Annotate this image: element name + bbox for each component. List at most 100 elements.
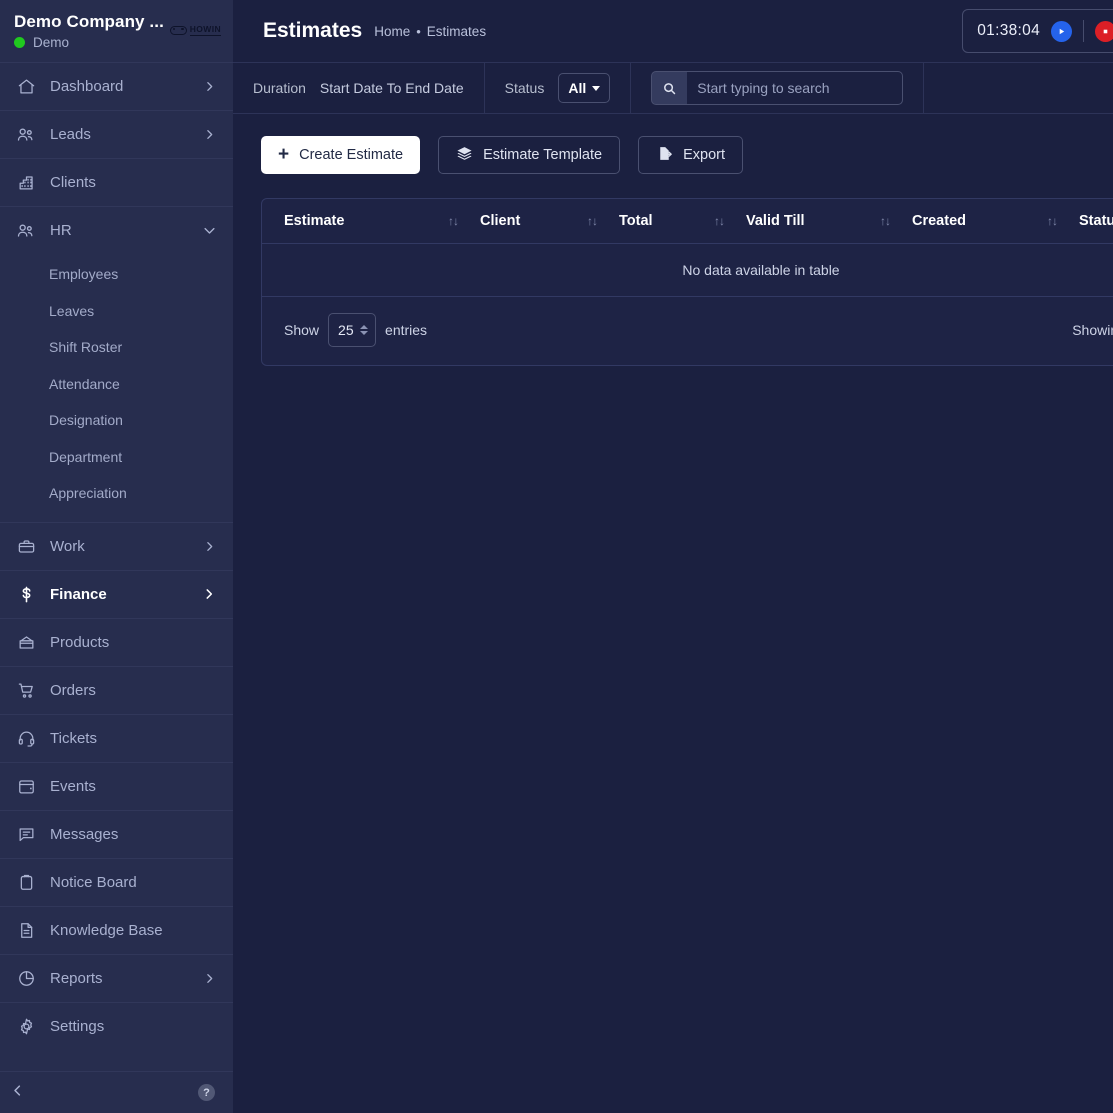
sidebar-item-reports[interactable]: Reports <box>0 953 233 1002</box>
dollar-icon <box>14 582 38 606</box>
column-header-created[interactable]: ↑↓ Created <box>880 199 1047 244</box>
sidebar-item-label: Reports <box>50 969 103 987</box>
entries-value: 25 <box>338 322 354 338</box>
sidebar-subitem-leaves[interactable]: Leaves <box>0 293 233 330</box>
column-header-client[interactable]: ↑↓ Client <box>448 199 587 244</box>
sidebar-item-tickets[interactable]: Tickets <box>0 713 233 762</box>
entries-per-page-select[interactable]: 25 <box>328 313 377 347</box>
sort-icon[interactable]: ↑↓ <box>880 214 894 228</box>
clipboard-icon <box>14 870 38 894</box>
sidebar-item-settings[interactable]: Settings <box>0 1001 233 1050</box>
sidebar-item-products[interactable]: Products <box>0 617 233 666</box>
estimate-template-button[interactable]: Estimate Template <box>438 136 621 174</box>
company-status-label: Demo <box>33 34 70 50</box>
chevron-right-icon <box>201 538 217 554</box>
sidebar-item-label: Clients <box>50 174 96 191</box>
estimate-template-label: Estimate Template <box>483 147 603 163</box>
column-header-valid-till[interactable]: ↑↓ Valid Till <box>714 199 880 244</box>
sidebar-item-orders[interactable]: Orders <box>0 665 233 714</box>
search-icon[interactable] <box>651 71 688 105</box>
column-label: Estimate <box>284 213 345 229</box>
logo-wordmark: HOWIN <box>189 23 221 36</box>
sidebar-item-label: Notice Board <box>50 873 137 891</box>
sidebar-item-label: Dashboard <box>50 78 124 95</box>
timer-divider <box>1083 20 1084 42</box>
sidebar-item-label: Orders <box>50 681 96 699</box>
column-header-status[interactable]: ↑↓ Status <box>1047 199 1113 244</box>
sidebar-item-finance[interactable]: Finance <box>0 569 233 618</box>
breadcrumb-home[interactable]: Home <box>374 24 410 39</box>
sort-icon[interactable]: ↑↓ <box>714 214 728 228</box>
sidebar-nav: Dashboard Leads Clients HR Employees Lea… <box>0 62 233 1071</box>
search-input[interactable] <box>687 71 904 105</box>
export-button[interactable]: Export <box>638 136 744 174</box>
home-icon <box>14 75 38 99</box>
status-label: Status <box>504 80 545 96</box>
sidebar-subitem-employees[interactable]: Employees <box>0 256 233 293</box>
layers-icon <box>456 145 473 166</box>
chevron-left-icon[interactable] <box>10 1083 25 1103</box>
sidebar-item-label: Events <box>50 777 96 795</box>
help-icon[interactable]: ? <box>198 1084 215 1101</box>
table-body: No data available in table <box>262 243 1113 297</box>
stepper-icon <box>360 325 369 335</box>
sort-icon[interactable]: ↑↓ <box>1047 214 1061 228</box>
sidebar-item-messages[interactable]: Messages <box>0 809 233 858</box>
chevron-right-icon <box>201 970 217 986</box>
sort-icon[interactable]: ↑↓ <box>448 214 462 228</box>
create-estimate-button[interactable]: + Create Estimate <box>261 136 421 174</box>
sidebar-subitem-department[interactable]: Department <box>0 439 233 476</box>
sidebar-item-hr[interactable]: HR <box>0 206 233 254</box>
chevron-right-icon <box>201 127 217 143</box>
sort-icon[interactable]: ↑↓ <box>587 214 601 228</box>
duration-value[interactable]: Start Date To End Date <box>320 80 464 96</box>
status-filter: Status All <box>485 63 632 113</box>
sidebar-subitem-appreciation[interactable]: Appreciation <box>0 475 233 512</box>
search-group <box>651 71 904 105</box>
plus-icon: + <box>278 144 290 165</box>
play-icon[interactable] <box>1051 20 1072 42</box>
breadcrumb-current: Estimates <box>426 23 487 39</box>
pie-chart-icon <box>14 966 38 990</box>
entries-label: entries <box>385 322 428 338</box>
sidebar-item-label: HR <box>50 222 72 239</box>
column-label: Valid Till <box>746 213 805 229</box>
sidebar-item-label: Work <box>50 537 85 555</box>
column-header-estimate[interactable]: Estimate <box>262 199 448 244</box>
filter-bar-spacer <box>924 63 1113 113</box>
sidebar-item-events[interactable]: Events <box>0 761 233 810</box>
page-title: Estimates <box>263 19 363 42</box>
stop-icon[interactable] <box>1095 20 1113 42</box>
time-tracker-widget: 01:38:04 <box>962 9 1113 53</box>
sidebar-subitem-designation[interactable]: Designation <box>0 402 233 439</box>
brand-header[interactable]: Demo Company ... Demo HOWIN <box>0 0 233 62</box>
calendar-icon <box>14 774 38 798</box>
topbar-right: 01:38:04 <box>962 9 1113 53</box>
sidebar-subitem-attendance[interactable]: Attendance <box>0 366 233 403</box>
brand-text: Demo Company ... Demo <box>14 12 170 51</box>
table-head: Estimate ↑↓ Client ↑↓ Total ↑↓ Valid Til… <box>262 199 1113 244</box>
cart-icon <box>14 678 38 702</box>
box-icon <box>14 630 38 654</box>
duration-label: Duration <box>253 80 306 96</box>
duration-filter[interactable]: Duration Start Date To End Date <box>233 63 485 113</box>
sidebar-item-label: Tickets <box>50 729 97 747</box>
headset-icon <box>14 726 38 750</box>
sidebar-item-label: Finance <box>50 585 107 603</box>
status-dropdown[interactable]: All <box>558 73 611 103</box>
sidebar-subitem-shift-roster[interactable]: Shift Roster <box>0 329 233 366</box>
chevron-down-icon <box>592 85 601 91</box>
status-dropdown-value: All <box>568 80 587 96</box>
chat-icon <box>14 822 38 846</box>
sidebar-item-notice-board[interactable]: Notice Board <box>0 857 233 906</box>
main-content: Estimates Home • Estimates 01:38:04 Dura… <box>233 0 1113 1113</box>
table-footer: Show 25 entries Showing 0 to 0 of 0 entr… <box>262 297 1113 365</box>
sidebar-item-dashboard[interactable]: Dashboard <box>0 62 233 110</box>
hr-submenu: Employees Leaves Shift Roster Attendance… <box>0 256 233 522</box>
column-header-total[interactable]: ↑↓ Total <box>587 199 714 244</box>
sidebar-item-work[interactable]: Work <box>0 521 233 570</box>
sidebar-item-knowledge-base[interactable]: Knowledge Base <box>0 905 233 954</box>
sidebar-item-label: Settings <box>50 1017 105 1035</box>
sidebar-item-clients[interactable]: Clients <box>0 158 233 206</box>
sidebar-item-leads[interactable]: Leads <box>0 110 233 158</box>
